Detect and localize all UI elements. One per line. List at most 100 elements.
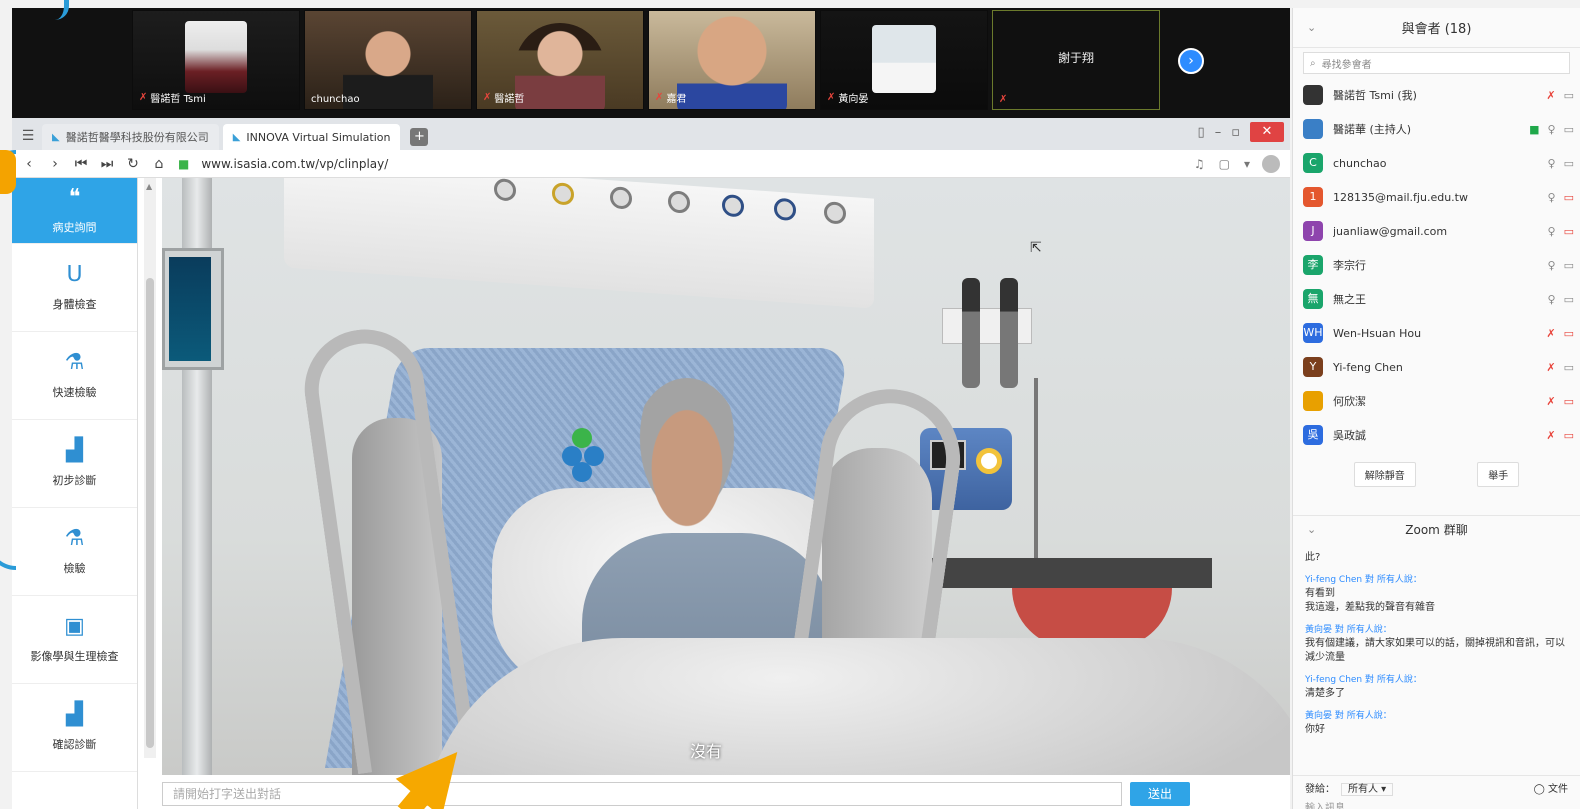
video-tile[interactable]: ✗ 黃向晏 (820, 10, 988, 110)
participant-row[interactable]: Cchunchao ♀ ▭ (1303, 146, 1574, 180)
video-tile[interactable]: 謝于翔 ✗ (992, 10, 1160, 110)
camera-icon[interactable]: ▭ (1564, 89, 1574, 102)
tab-innova[interactable]: ◣ INNOVA Virtual Simulation (222, 124, 401, 150)
participant-row[interactable]: 李李宗行 ♀ ▭ (1303, 248, 1574, 282)
sim-nav-item-history[interactable]: ❝ 病史詢問 (12, 178, 137, 244)
bookmark-icon[interactable]: ▢ (1219, 157, 1230, 171)
scrollbar[interactable]: ▲ (144, 178, 156, 758)
unmute-all-button[interactable]: 解除靜音 (1353, 462, 1416, 487)
mic-muted-icon[interactable]: ✗ (1546, 361, 1555, 374)
participant-search[interactable]: ⌕ 尋找參會者 (1303, 52, 1570, 74)
minimize-icon[interactable]: – (1215, 125, 1222, 140)
menu-icon[interactable]: ☰ (18, 122, 38, 150)
simulation-scene[interactable]: ⇱ 沒有 (162, 178, 1290, 775)
sim-nav-item-imaging[interactable]: ▣ 影像學與生理檢查 (12, 596, 137, 684)
participant-row[interactable]: Y Yi-feng Chen ✗ ▭ (1303, 350, 1574, 384)
camera-icon[interactable]: ▭ (1564, 123, 1574, 136)
chat-message: 此? (1305, 551, 1568, 565)
mic-muted-icon[interactable]: ✗ (1546, 429, 1555, 442)
mic-muted-icon[interactable]: ✗ (1546, 395, 1555, 408)
sim-nav-item-quick-test[interactable]: ⚗ 快速檢驗 (12, 332, 137, 420)
dialogue-input[interactable]: 請開始打字送出對話 (162, 781, 1122, 806)
sim-nav-item-physical-exam[interactable]: ᑌ 身體檢查 (12, 244, 137, 332)
maximize-icon[interactable]: ▫ (1231, 125, 1240, 140)
sim-nav-item-initial-diagnosis[interactable]: ▟ 初步診斷 (12, 420, 137, 508)
chat-input[interactable]: 輸入訊息 (1305, 799, 1568, 809)
patient-head[interactable] (632, 378, 742, 528)
first-icon[interactable]: ⏮ (74, 156, 88, 172)
mic-icon[interactable]: ♀ (1548, 123, 1556, 136)
chevron-down-icon[interactable]: ⌄ (1307, 21, 1316, 34)
camera-off-icon[interactable]: ▭ (1564, 225, 1574, 238)
participant-row[interactable]: 醫諾華 (主持人) ■ ♀ ▭ (1303, 112, 1574, 146)
hospital-logo (562, 428, 612, 482)
mic-icon[interactable]: ♀ (1548, 191, 1556, 204)
reload-icon[interactable]: ↻ (126, 156, 140, 172)
chat-sender: Yi-feng Chen 對 所有人說： (1305, 575, 1422, 585)
participant-row[interactable]: Jjuanliaw@gmail.com ♀ ▭ (1303, 214, 1574, 248)
participant-row[interactable]: 何欣潔 ✗ ▭ (1303, 384, 1574, 418)
outlet-icon (668, 190, 690, 214)
participant-row[interactable]: 無無之王 ♀ ▭ (1303, 282, 1574, 316)
mic-icon[interactable]: ♀ (1548, 225, 1556, 238)
raise-hand-button[interactable]: 舉手 (1477, 462, 1520, 487)
participant-row[interactable]: 吳吳政誠 ✗ ▭ (1303, 418, 1574, 452)
home-icon[interactable]: ⌂ (152, 156, 166, 172)
recipient-select[interactable]: 所有人 ▾ (1341, 783, 1394, 796)
video-tile[interactable]: ✗ 醫諾哲 Tsmi (132, 10, 300, 110)
tab-company[interactable]: ◣ 醫諾哲醫學科技股份有限公司 (42, 124, 219, 150)
trash-icon[interactable]: ▯ (1198, 125, 1205, 140)
back-icon[interactable]: ‹ (22, 156, 36, 172)
close-icon[interactable]: ✕ (1250, 122, 1284, 142)
avatar: 吳 (1303, 425, 1323, 445)
video-on-icon[interactable]: ■ (1529, 123, 1539, 136)
camera-icon[interactable]: ▭ (1564, 157, 1574, 170)
bell-icon[interactable]: ♫ (1194, 157, 1205, 171)
mic-icon[interactable]: ♀ (1548, 259, 1556, 272)
chat-message: 黃向晏 對 所有人說： 我有個建議，請大家如果可以的話，關掉視訊和音訊，可以減少流… (1305, 623, 1568, 665)
mic-icon[interactable]: ♀ (1548, 293, 1556, 306)
last-icon[interactable]: ⏭ (100, 156, 114, 172)
url-field[interactable]: www.isasia.com.tw/vp/clinplay/ (201, 157, 1182, 171)
chevron-down-icon[interactable]: ▾ (1244, 157, 1250, 171)
participant-row[interactable]: 醫諾哲 Tsmi (我) ✗ ▭ (1303, 78, 1574, 112)
participant-name: juanliaw@gmail.com (1333, 224, 1448, 238)
participant-name: 吳政誠 (1333, 429, 1366, 442)
file-button[interactable]: ◯ 文件 (1534, 780, 1568, 795)
participant-name: 128135@mail.fju.edu.tw (1333, 190, 1468, 204)
camera-icon[interactable]: ▭ (1564, 293, 1574, 306)
sim-nav-item-confirm-diagnosis[interactable]: ▟ 確認診斷 (12, 684, 137, 772)
camera-off-icon[interactable]: ▭ (1564, 327, 1574, 340)
to-label: 發給： (1305, 784, 1335, 795)
camera-off-icon[interactable]: ▭ (1564, 429, 1574, 442)
camera-off-icon[interactable]: ▭ (1564, 395, 1574, 408)
browser-window: ☰ ◣ 醫諾哲醫學科技股份有限公司 ◣ INNOVA Virtual Simulat… (12, 118, 1290, 809)
otoscope (962, 278, 980, 388)
video-tile[interactable]: ✗ 醫諾哲 (476, 10, 644, 110)
video-strip: ✗ 醫諾哲 Tsmi chunchao ✗ 醫諾哲 ✗ 嘉君 ✗ 黃向晏 謝于翔 ✗ (12, 8, 1290, 118)
send-button[interactable]: 送出 (1130, 781, 1190, 806)
sim-nav-item-lab[interactable]: ⚗ 檢驗 (12, 508, 137, 596)
camera-icon[interactable]: ▭ (1564, 361, 1574, 374)
scroll-up-icon[interactable]: ▲ (146, 182, 152, 191)
video-tile[interactable]: ✗ 嘉君 (648, 10, 816, 110)
new-tab-button[interactable]: + (410, 128, 429, 146)
camera-icon[interactable]: ▭ (1564, 259, 1574, 272)
forward-icon[interactable]: › (48, 156, 62, 172)
avatar: Y (1303, 357, 1323, 377)
mic-muted-icon[interactable]: ✗ (1546, 89, 1555, 102)
mic-icon[interactable]: ♀ (1548, 157, 1556, 170)
chevron-down-icon[interactable]: ⌄ (1307, 523, 1316, 536)
scrollbar-thumb[interactable] (146, 278, 154, 748)
mic-muted-icon[interactable]: ✗ (1546, 327, 1555, 340)
participant-row[interactable]: WH Wen-Hsuan Hou ✗ ▭ (1303, 316, 1574, 350)
chat-messages: 此? Yi-feng Chen 對 所有人說： 有看到 我這邊，差點我的聲音有雜音黃… (1293, 551, 1580, 737)
video-tile[interactable]: chunchao (304, 10, 472, 110)
camera-off-icon[interactable]: ▭ (1564, 191, 1574, 204)
chat-message: Yi-feng Chen 對 所有人說： 有看到 我這邊，差點我的聲音有雜音 (1305, 573, 1568, 615)
outlet-icon (552, 182, 574, 206)
participant-row[interactable]: 1 128135@mail.fju.edu.tw ♀ ▭ (1303, 180, 1574, 214)
participants-header: ⌄ 與會者 (18) (1293, 8, 1580, 48)
user-icon[interactable] (1262, 154, 1280, 173)
chevron-right-icon[interactable]: › (1178, 48, 1204, 74)
